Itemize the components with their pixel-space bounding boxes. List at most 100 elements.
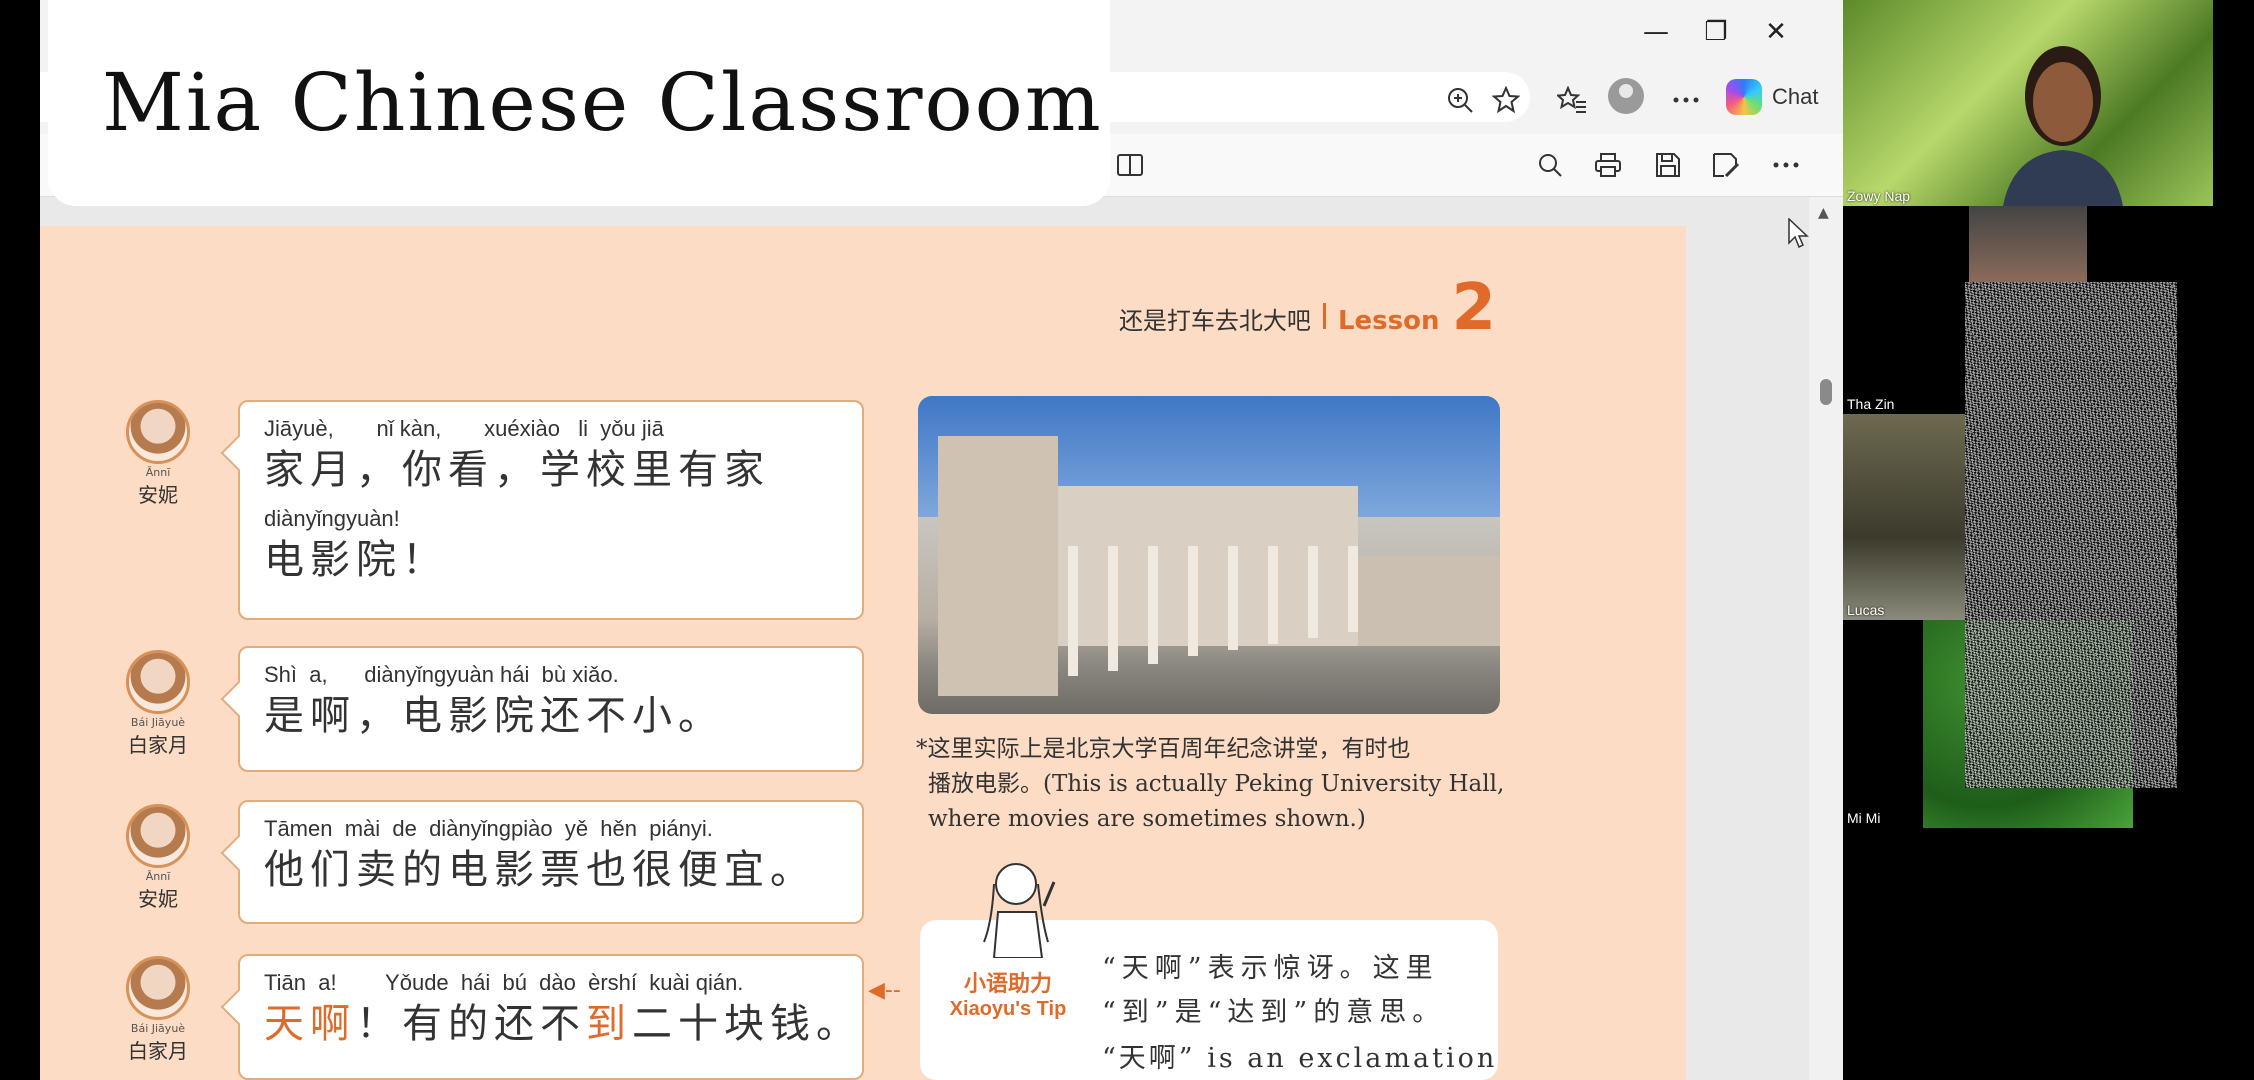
xiaoyu-illustration: [983, 863, 1056, 958]
hanzi-segment: 二十块钱。: [632, 1001, 862, 1047]
tip-text-line: “天啊”表示惊讶。这里: [1102, 953, 1439, 984]
speaker-pinyin: Bái Jiāyuè: [130, 716, 186, 729]
hanzi-segment: ！有的还不: [356, 1001, 586, 1047]
restore-button[interactable]: ❐: [1692, 12, 1740, 52]
textbook-page: 还是打车去北大吧 Lesson 2 Ānnī 安妮 Jiāyuè, nǐ kàn…: [40, 226, 1686, 1080]
column: [1068, 546, 1078, 676]
scroll-thumb[interactable]: [1820, 379, 1832, 405]
dialogue-bubble: Tiān a! Yǒude hái bú dào èrshí kuài qián…: [238, 954, 864, 1080]
building-right: [1358, 556, 1500, 646]
chat-label: Chat: [1772, 84, 1819, 109]
hanzi-line: 是啊，电影院还不小。: [264, 693, 724, 739]
page-view-icon[interactable]: [1110, 146, 1150, 184]
avatar: [126, 804, 190, 868]
pinyin-line: Tāmen mài de diànyǐngpiào yě hěn piányi.: [264, 816, 713, 841]
column: [1348, 546, 1358, 632]
participant-video: [2003, 46, 2123, 206]
avatar: [126, 400, 190, 464]
favorite-star-icon[interactable]: [1486, 82, 1526, 118]
speaker-name: 白家月: [128, 1039, 188, 1063]
more-icon[interactable]: [1666, 82, 1706, 118]
caption-line: 播放电影。(This is actually Peking University…: [928, 771, 1505, 797]
minimize-button[interactable]: —: [1632, 12, 1680, 52]
participant-video-tile[interactable]: [1969, 206, 2087, 282]
vertical-scrollbar[interactable]: ▲: [1809, 197, 1843, 1080]
close-icon: ✕: [1765, 17, 1787, 47]
speaker-bai-jiayue: Bái Jiāyuè 白家月: [118, 650, 198, 758]
close-button[interactable]: ✕: [1752, 12, 1800, 52]
hanzi-line: 天啊！有的还不到二十块钱。: [264, 998, 862, 1050]
participant-name: Tha Zin: [1847, 396, 1895, 412]
dialogue-bubble: Shì a, diànyǐngyuàn hái bù xiǎo. 是啊，电影院还…: [238, 646, 864, 772]
chat-button[interactable]: Chat: [1726, 76, 1818, 118]
participant-name: Lucas: [1847, 602, 1885, 618]
participant-name: Mi Mi: [1847, 810, 1881, 826]
speaker-pinyin: Bái Jiāyuè: [130, 1022, 186, 1035]
video-noise-overlay: [1965, 282, 2177, 788]
hanzi-line: 电影院！: [264, 537, 448, 583]
zoom-in-icon[interactable]: [1440, 82, 1480, 118]
speaker-annie: Ānnī 安妮: [118, 804, 198, 912]
more-icon[interactable]: [1766, 146, 1806, 184]
column: [1268, 546, 1278, 644]
banner-title: Mia Chinese Classroom: [102, 56, 1103, 149]
speaker-annie: Ānnī 安妮: [118, 400, 198, 508]
restore-icon: ❐: [1704, 17, 1728, 47]
avatar: [126, 650, 190, 714]
video-participants-panel: Zowy Nap Tha Zin Lucas Mi Mi: [1843, 0, 2254, 1080]
favorites-icon[interactable]: [1552, 82, 1592, 118]
pinyin-line: Jiāyuè, nǐ kàn, xuéxiào li yǒu jiā: [264, 416, 664, 441]
column: [1188, 546, 1198, 656]
participant-video-tile[interactable]: Mi Mi: [1843, 620, 1923, 828]
pinyin-line: Shì a, diànyǐngyuàn hái bù xiǎo.: [264, 662, 619, 687]
participant-video-tile[interactable]: Lucas: [1843, 414, 1965, 620]
speaker-name: 安妮: [138, 887, 178, 911]
tip-label-cn: 小语助力: [963, 972, 1052, 997]
column: [1108, 546, 1118, 671]
photo-caption: *这里实际上是北京大学百周年纪念讲堂，有时也 播放电影。(This is act…: [916, 732, 1516, 837]
classroom-banner: Mia Chinese Classroom: [48, 0, 1110, 206]
pinyin-line: diànyǐngyuàn!: [264, 506, 400, 531]
search-icon[interactable]: [1530, 146, 1570, 184]
highlight-word: 天啊: [264, 1001, 356, 1047]
lesson-number: 2: [1451, 271, 1496, 345]
lesson-header: 还是打车去北大吧 Lesson 2: [1119, 276, 1496, 340]
tip-arrow-icon: ◀--: [868, 978, 901, 1003]
print-icon[interactable]: [1588, 146, 1628, 184]
participant-video-tile[interactable]: Zowy Nap: [1843, 0, 2213, 206]
participant-name: Zowy Nap: [1847, 188, 1911, 204]
tip-text-line: “到”是“达到”的意思。: [1102, 997, 1446, 1028]
save-icon[interactable]: [1648, 146, 1688, 184]
hanzi-line: 他们卖的电影票也很便宜。: [264, 847, 816, 893]
copilot-icon: [1726, 79, 1762, 115]
column: [1228, 546, 1238, 650]
lesson-word: Lesson: [1337, 306, 1440, 336]
column: [1148, 546, 1158, 664]
dialogue-bubble: Tāmen mài de diànyǐngpiào yě hěn piányi.…: [238, 800, 864, 924]
column: [1308, 546, 1318, 638]
scroll-up-icon[interactable]: ▲: [1818, 205, 1829, 221]
avatar: [126, 956, 190, 1020]
divider: [1322, 303, 1326, 329]
building-wing: [938, 436, 1058, 696]
speaker-bai-jiayue: Bái Jiāyuè 白家月: [118, 956, 198, 1064]
pinyin-line: Tiān a! Yǒude hái bú dào èrshí kuài qián…: [264, 970, 744, 995]
university-hall-photo: [918, 396, 1500, 714]
save-as-icon[interactable]: [1706, 146, 1746, 184]
caption-line: where movies are sometimes shown.): [928, 806, 1366, 832]
tip-label: 小语助力 Xiaoyu's Tip: [938, 966, 1078, 1021]
minimize-icon: —: [1643, 17, 1669, 47]
tip-label-en: Xiaoyu's Tip: [949, 998, 1067, 1020]
mouse-cursor-icon: [1788, 218, 1809, 249]
speaker-pinyin: Ānnī: [145, 870, 171, 883]
hanzi-line: 家月，你看，学校里有家: [264, 447, 770, 493]
speaker-pinyin: Ānnī: [145, 466, 171, 479]
highlight-word: 到: [586, 1001, 632, 1047]
caption-line: *这里实际上是北京大学百周年纪念讲堂，有时也: [916, 736, 1411, 762]
tip-text-line: “天啊” is an exclamation: [1102, 1043, 1498, 1074]
lesson-title-cn: 还是打车去北大吧: [1118, 307, 1311, 335]
speaker-name: 安妮: [138, 483, 178, 507]
dialogue-bubble: Jiāyuè, nǐ kàn, xuéxiào li yǒu jiā 家月，你看…: [238, 400, 864, 620]
speaker-name: 白家月: [128, 733, 188, 757]
profile-icon[interactable]: [1608, 78, 1644, 114]
